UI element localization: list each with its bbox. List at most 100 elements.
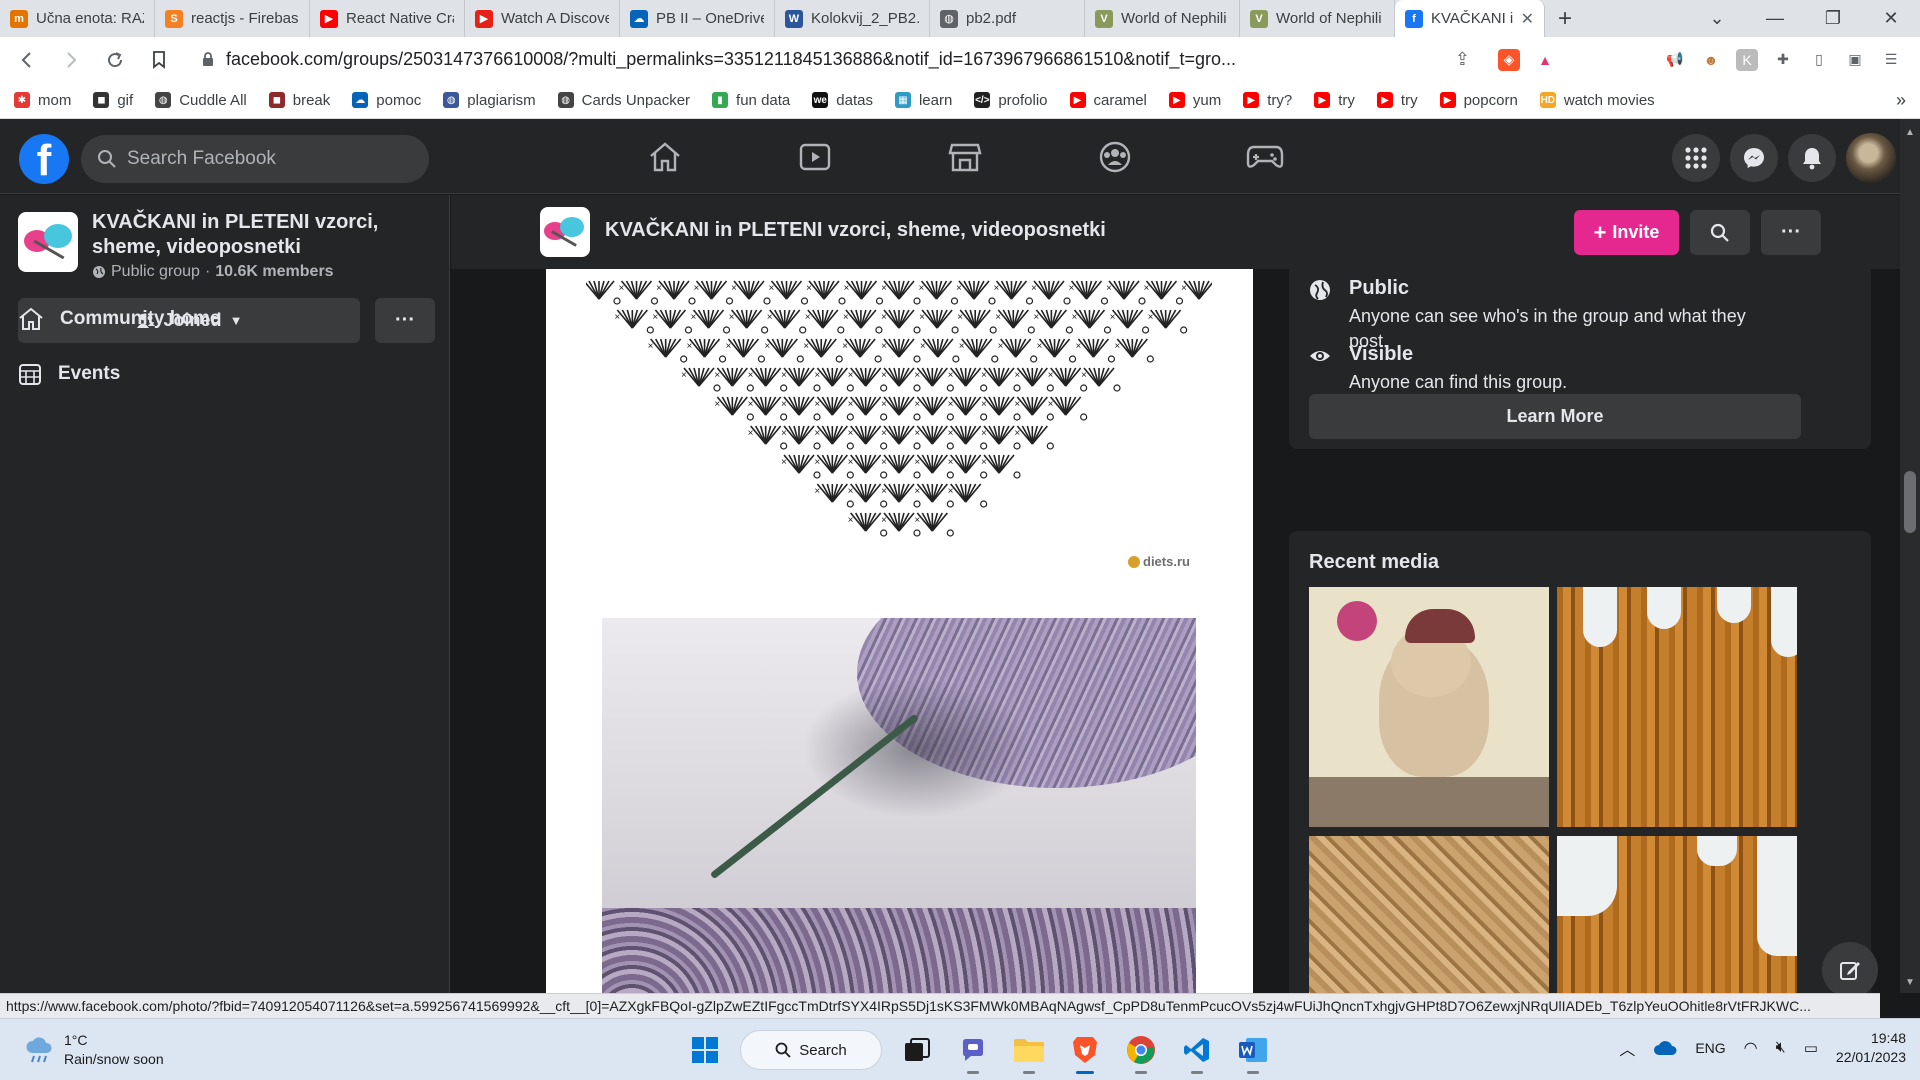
crochet-chart-image[interactable]: × × × × × × × × × × × × × × × × × × × × × × × × × × × × × × × × × × × × × × × ×…: [586, 269, 1212, 589]
post-media[interactable]: × × × × × × × × × × × × × × × × × × × × × × × × × × × × × × × × × × × × × × × ×…: [546, 269, 1253, 993]
extension-k-icon[interactable]: K: [1736, 48, 1758, 71]
bookmark-item[interactable]: ▶ try?: [1243, 92, 1292, 109]
battery-icon[interactable]: ▭: [1804, 1039, 1818, 1057]
media-thumb-knit-texture[interactable]: [1309, 836, 1549, 993]
megaphone-icon[interactable]: 📢: [1664, 49, 1686, 71]
nav-marketplace[interactable]: [890, 119, 1040, 194]
page-scrollbar[interactable]: ▲ ▼: [1900, 119, 1920, 993]
invite-button[interactable]: + Invite: [1574, 210, 1679, 255]
menu-button[interactable]: [1672, 134, 1720, 182]
bookmark-item[interactable]: we datas: [812, 92, 873, 109]
group-bar-thumbnail[interactable]: [540, 207, 590, 257]
bookmark-item[interactable]: ◼ gif: [93, 92, 133, 109]
weather-widget[interactable]: 1°C Rain/snow soon: [24, 1031, 164, 1069]
sidebar-toggle-icon[interactable]: ▯: [1808, 49, 1830, 71]
browser-tab[interactable]: V World of Nephili: [1085, 0, 1240, 37]
browser-menu-icon[interactable]: ☰: [1880, 49, 1902, 71]
nav-watch[interactable]: [740, 119, 890, 194]
browser-tab[interactable]: ◍ pb2.pdf: [930, 0, 1085, 37]
browser-tab[interactable]: f KVAČKANI in ✕: [1395, 0, 1545, 37]
onedrive-icon[interactable]: [1653, 1040, 1677, 1056]
bookmark-item[interactable]: ▶ yum: [1168, 92, 1221, 109]
word-button[interactable]: [1232, 1029, 1274, 1074]
browser-tab[interactable]: Sreactjs - Firebase: [155, 0, 310, 37]
scroll-thumb[interactable]: [1904, 471, 1916, 533]
taskbar-search[interactable]: Search: [740, 1030, 882, 1070]
tab-search-icon[interactable]: ⌄: [1688, 0, 1746, 37]
new-message-button[interactable]: [1822, 942, 1878, 998]
group-bar-more-button[interactable]: ···: [1761, 210, 1821, 255]
browser-tab[interactable]: V World of Nephili: [1240, 0, 1395, 37]
media-thumb-knit-glove-2[interactable]: [1557, 836, 1797, 993]
nav-gaming[interactable]: [1190, 119, 1340, 194]
start-button[interactable]: [684, 1029, 726, 1071]
group-thumbnail[interactable]: [18, 212, 78, 272]
sidebar-item-events[interactable]: Events: [18, 362, 120, 386]
reload-icon[interactable]: [100, 45, 130, 75]
facebook-search-input[interactable]: Search Facebook: [81, 135, 429, 183]
volume-muted-icon[interactable]: 🔇︎: [1776, 1039, 1786, 1057]
scroll-down-icon[interactable]: ▼: [1905, 977, 1915, 988]
vscode-button[interactable]: [1176, 1029, 1218, 1074]
sidebar-item-community-home[interactable]: Community home: [18, 307, 220, 331]
close-window-icon[interactable]: ✕: [1862, 0, 1920, 37]
yarn-crochet-photo[interactable]: [602, 618, 1196, 993]
tab-close-icon[interactable]: ✕: [1521, 9, 1534, 29]
extension-face-icon[interactable]: ☻: [1700, 49, 1722, 71]
browser-tab[interactable]: ☁ PB II – OneDrive: [620, 0, 775, 37]
wallet-icon[interactable]: ▣: [1844, 49, 1866, 71]
clock[interactable]: 19:48 22/01/2023: [1836, 1029, 1906, 1067]
bookmark-item[interactable]: ▶ popcorn: [1439, 92, 1518, 109]
learn-more-button[interactable]: Learn More: [1309, 394, 1801, 439]
task-view-button[interactable]: [896, 1029, 938, 1071]
browser-tab[interactable]: ▶ Watch A Discove: [465, 0, 620, 37]
brave-rewards-icon[interactable]: ▲: [1534, 49, 1556, 71]
scroll-up-icon[interactable]: ▲: [1905, 127, 1915, 138]
tray-overflow-icon[interactable]: ︿: [1619, 1036, 1635, 1060]
bookmarks-overflow-icon[interactable]: »: [1896, 90, 1906, 111]
browser-tab[interactable]: m Učna enota: RAZ: [0, 0, 155, 37]
share-icon[interactable]: ⇪: [1455, 49, 1470, 70]
group-members[interactable]: 10.6K members: [215, 263, 333, 281]
bookmark-item[interactable]: ◍ plagiarism: [443, 92, 536, 109]
media-thumb-knit-glove[interactable]: [1557, 587, 1797, 827]
group-bar-title[interactable]: KVAČKANI in PLETENI vzorci, sheme, video…: [605, 219, 1106, 242]
bookmark-icon[interactable]: [144, 45, 174, 75]
bookmark-item[interactable]: ◍ Cuddle All: [155, 92, 247, 109]
group-more-button[interactable]: ···: [375, 298, 435, 343]
bookmark-item[interactable]: ▶ try: [1376, 92, 1418, 109]
forward-icon[interactable]: [56, 45, 86, 75]
bookmark-item[interactable]: ▮ fun data: [712, 92, 790, 109]
bookmark-item[interactable]: HD watch movies: [1539, 92, 1655, 109]
extensions-puzzle-icon[interactable]: ✚: [1772, 49, 1794, 71]
bookmark-item[interactable]: ✱ mom: [14, 92, 71, 109]
bookmark-item[interactable]: ▶ try: [1314, 92, 1355, 109]
group-search-button[interactable]: [1690, 210, 1750, 255]
account-avatar[interactable]: [1846, 133, 1896, 183]
bookmark-item[interactable]: ◍ Cards Unpacker: [557, 92, 690, 109]
notifications-button[interactable]: [1788, 134, 1836, 182]
messenger-button[interactable]: [1730, 134, 1778, 182]
group-name[interactable]: KVAČKANI in PLETENI vzorci, sheme, video…: [92, 210, 432, 260]
file-explorer-button[interactable]: [1008, 1029, 1050, 1074]
wifi-icon[interactable]: ◠: [1744, 1038, 1758, 1058]
teams-chat-button[interactable]: [952, 1029, 994, 1074]
language-indicator[interactable]: ENG: [1695, 1040, 1725, 1056]
bookmark-item[interactable]: </> profolio: [974, 92, 1048, 109]
bookmark-item[interactable]: ◼ break: [268, 92, 330, 109]
nav-home[interactable]: [590, 119, 740, 194]
group-privacy[interactable]: Public group: [111, 263, 200, 281]
address-bar[interactable]: facebook.com/groups/2503147376610008/?mu…: [188, 43, 1484, 77]
bookmark-item[interactable]: ▶ caramel: [1069, 92, 1147, 109]
minimize-icon[interactable]: —: [1746, 0, 1804, 37]
new-tab-button[interactable]: +: [1545, 0, 1585, 37]
facebook-logo[interactable]: f: [19, 134, 69, 184]
back-icon[interactable]: [12, 45, 42, 75]
brave-shield-icon[interactable]: ◈: [1498, 48, 1520, 71]
restore-icon[interactable]: ❐: [1804, 0, 1862, 37]
bookmark-item[interactable]: ▦ learn: [894, 92, 952, 109]
brave-browser-button[interactable]: [1064, 1029, 1106, 1074]
bookmark-item[interactable]: ☁ pomoc: [352, 92, 421, 109]
nav-groups[interactable]: [1040, 119, 1190, 194]
media-thumb-teddy-bear[interactable]: [1309, 587, 1549, 827]
